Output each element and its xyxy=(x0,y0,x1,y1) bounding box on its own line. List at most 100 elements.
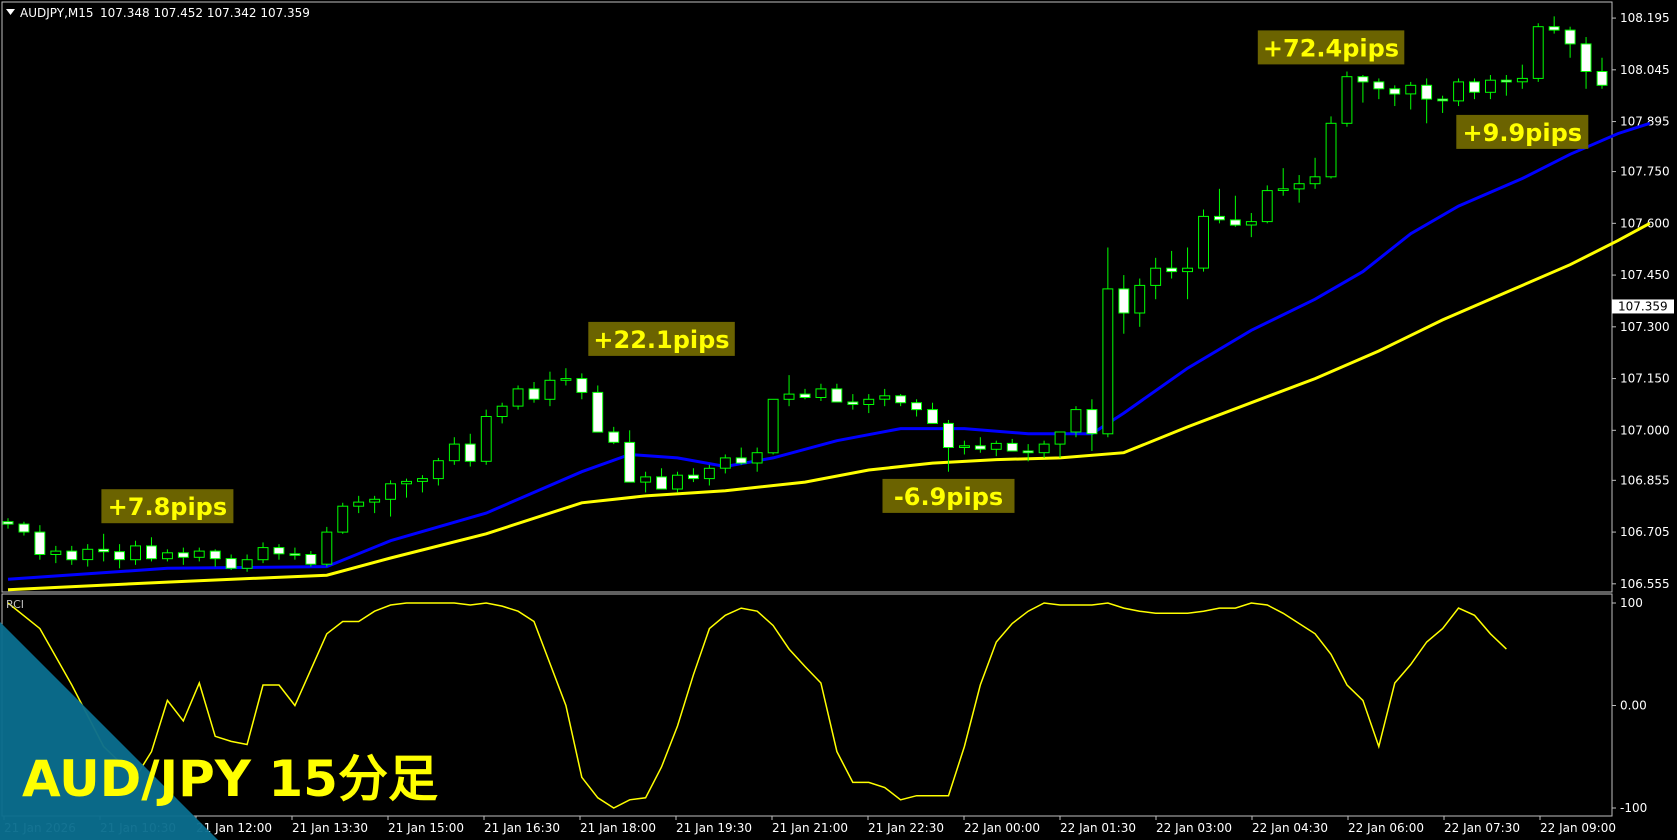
candle-body-bear xyxy=(464,443,476,462)
candle-body-bull xyxy=(162,552,173,560)
rsi-level-label: 100 xyxy=(1620,596,1643,610)
annotation-text: +9.9pips xyxy=(1463,119,1583,147)
pip-annotation: +72.4pips xyxy=(1257,30,1405,65)
chart-background xyxy=(0,0,1677,840)
candle xyxy=(592,385,604,433)
candle-body-bull xyxy=(879,395,891,400)
candle-body-bull xyxy=(990,442,1002,450)
candle-body-bull xyxy=(385,483,397,500)
candle-body-bull xyxy=(1245,221,1257,226)
candle xyxy=(1261,185,1273,224)
annotation-text: -6.9pips xyxy=(894,483,1003,511)
time-label: 22 Jan 09:00 xyxy=(1540,821,1616,835)
candle-body-bear xyxy=(656,476,667,490)
candle xyxy=(767,398,779,455)
candle-body-bear xyxy=(1437,98,1449,102)
candle-body-bull xyxy=(512,388,524,407)
candle-body-bear xyxy=(34,531,46,555)
candle-body-bear xyxy=(1086,409,1098,435)
time-label: 21 Jan 21:00 xyxy=(772,821,848,835)
time-label: 22 Jan 04:30 xyxy=(1252,821,1328,835)
price-tick-label: 107.450 xyxy=(1620,268,1670,282)
candle xyxy=(1198,209,1209,272)
candle-body-bear xyxy=(1469,81,1480,93)
candle-body-bull xyxy=(432,460,444,480)
time-label: 21 Jan 15:00 xyxy=(388,821,464,835)
time-label: 21 Jan 18:00 xyxy=(580,821,656,835)
price-tick-label: 107.150 xyxy=(1620,372,1670,386)
candle-body-bear xyxy=(895,395,907,404)
price-tick-label: 107.000 xyxy=(1620,423,1670,437)
candle-body-bear xyxy=(209,550,221,560)
candle-body-bull xyxy=(640,476,652,483)
candle-body-bull xyxy=(1198,215,1209,269)
candle-body-bear xyxy=(1421,84,1433,100)
candle-body-bear xyxy=(305,554,317,565)
candle-body-bull xyxy=(703,467,715,480)
candle-body-bull xyxy=(1150,267,1162,286)
candle-body-bear xyxy=(1500,79,1512,83)
candle-body-bear xyxy=(911,402,922,411)
candle-body-bear xyxy=(2,521,14,525)
candle-body-bull xyxy=(353,501,365,507)
candle-body-bear xyxy=(943,422,954,448)
candle-body-bull xyxy=(82,548,94,561)
candle-body-bull xyxy=(1532,26,1544,79)
candle-body-bear xyxy=(1214,215,1225,221)
candle-body-bear xyxy=(18,523,30,533)
candle-body-bear xyxy=(1166,267,1178,273)
candle-body-bear xyxy=(273,547,285,555)
candle-body-bull xyxy=(1182,267,1193,273)
candle-body-bear xyxy=(735,457,747,464)
candle-body-bear xyxy=(1022,450,1034,454)
candle-body-bear xyxy=(1229,219,1241,226)
candle xyxy=(672,471,683,493)
candle-body-bull xyxy=(1070,409,1082,433)
candle-body-bear xyxy=(114,551,125,561)
price-tick-label: 106.855 xyxy=(1620,473,1670,487)
candle-body-bull xyxy=(1341,76,1353,124)
price-tick-label: 106.555 xyxy=(1620,577,1670,591)
candle-body-bull xyxy=(1293,183,1305,190)
candle-body-bull xyxy=(480,416,492,462)
pip-annotation: +22.1pips xyxy=(588,321,735,356)
candle-body-bull xyxy=(1261,190,1273,223)
candle-body-bull xyxy=(1277,188,1289,192)
time-label: 22 Jan 06:00 xyxy=(1348,821,1424,835)
candle-body-bear xyxy=(576,378,588,393)
candle xyxy=(1341,71,1353,127)
candle-body-bull xyxy=(1309,176,1321,185)
candle-body-bear xyxy=(1118,288,1130,314)
candle-body-bear xyxy=(1548,26,1560,31)
rsi-label: RCI xyxy=(6,598,24,611)
price-tick-label: 107.750 xyxy=(1620,165,1670,179)
candle-body-bear xyxy=(1373,81,1385,90)
time-label: 22 Jan 03:00 xyxy=(1156,821,1232,835)
candle-body-bull xyxy=(193,550,205,558)
candle-body-bull xyxy=(815,388,827,398)
ohlc-label: 107.348 107.452 107.342 107.359 xyxy=(100,6,310,20)
candle-body-bull xyxy=(863,398,875,405)
candle-body-bear xyxy=(66,550,78,561)
candle-body-bull xyxy=(544,379,556,400)
time-label: 22 Jan 01:30 xyxy=(1060,821,1136,835)
candle-body-bear xyxy=(1596,71,1608,86)
candle-body-bear xyxy=(1564,29,1576,45)
trading-chart[interactable]: 108.195108.045107.895107.750107.600107.4… xyxy=(0,0,1677,840)
candle-body-bull xyxy=(767,398,779,454)
rsi-level-label: -100 xyxy=(1620,801,1647,815)
candle-body-bull xyxy=(1485,79,1496,93)
candle-body-bull xyxy=(369,498,381,503)
price-tick-label: 108.195 xyxy=(1620,11,1670,25)
candle-body-bear xyxy=(528,388,540,400)
candle-body-bull xyxy=(337,505,349,533)
candle-body-bear xyxy=(98,548,110,553)
time-label: 21 Jan 22:30 xyxy=(868,821,944,835)
annotation-text: +72.4pips xyxy=(1263,34,1399,62)
symbol-label: AUDJPY,M15 xyxy=(20,6,94,20)
annotation-text: +7.8pips xyxy=(108,493,228,521)
candle-body-bear xyxy=(592,391,604,433)
candle-body-bear xyxy=(225,558,237,569)
candle-body-bull xyxy=(783,393,795,400)
candle xyxy=(512,385,524,410)
